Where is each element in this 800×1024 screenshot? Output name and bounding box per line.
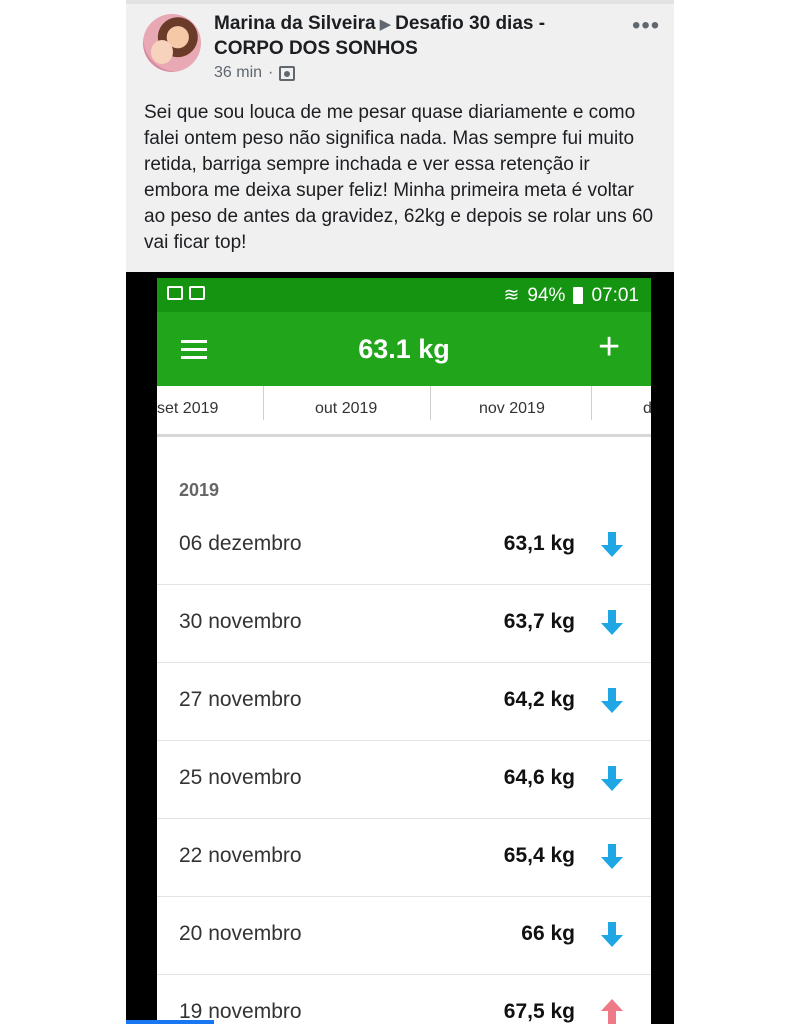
post-meta: 36 min · xyxy=(214,64,296,82)
clock: 07:01 xyxy=(591,284,639,306)
add-icon[interactable]: + xyxy=(598,326,620,369)
list-item[interactable]: 25 novembro 64,6 kg xyxy=(157,740,651,819)
group-privacy-icon xyxy=(279,65,296,81)
tab-nov-2019[interactable]: nov 2019 xyxy=(479,400,545,418)
entry-date: 22 novembro xyxy=(179,844,302,867)
list-item[interactable]: 30 novembro 63,7 kg xyxy=(157,584,651,663)
entry-date: 27 novembro xyxy=(179,688,302,711)
entry-date: 25 novembro xyxy=(179,766,302,789)
arrow-down-icon xyxy=(601,922,623,947)
list-item[interactable]: 20 novembro 66 kg xyxy=(157,896,651,975)
list-item[interactable]: 06 dezembro 63,1 kg xyxy=(157,506,651,585)
entry-weight: 66 kg xyxy=(521,922,575,945)
more-options-button[interactable]: ••• xyxy=(632,12,660,40)
arrow-up-icon xyxy=(601,999,623,1024)
arrow-down-icon xyxy=(601,532,623,557)
meta-separator: · xyxy=(268,64,274,81)
avatar[interactable] xyxy=(143,14,201,72)
arrow-down-icon xyxy=(601,688,623,713)
entry-date: 30 novembro xyxy=(179,610,302,633)
list-item[interactable]: 22 novembro 65,4 kg xyxy=(157,818,651,897)
current-weight-title: 63.1 kg xyxy=(358,334,450,364)
list-item[interactable]: 19 novembro 67,5 kg xyxy=(157,974,651,1024)
entry-weight: 63,1 kg xyxy=(503,532,575,555)
list-item[interactable]: 27 novembro 64,2 kg xyxy=(157,662,651,741)
entry-weight: 63,7 kg xyxy=(503,610,575,633)
post-text: Sei que sou louca de me pesar quase diar… xyxy=(144,102,654,253)
battery-icon xyxy=(573,287,584,304)
battery-percent: 94% xyxy=(527,284,566,306)
app-bar: 63.1 kg + xyxy=(157,312,651,386)
entry-date: 06 dezembro xyxy=(179,532,302,555)
screenshot-notification-icon xyxy=(189,286,205,300)
screenshot-image[interactable]: ≋ 94% 07:01 63.1 kg + set 2019 out 2019 … xyxy=(126,272,674,1024)
entry-weight: 64,2 kg xyxy=(503,688,575,711)
entry-weight: 64,6 kg xyxy=(503,766,575,789)
author-name[interactable]: Marina da Silveira xyxy=(214,13,376,34)
facebook-post: Marina da Silveira ▶ Desafio 30 dias - COR… xyxy=(126,0,674,272)
wifi-icon: ≋ xyxy=(503,285,520,306)
year-header: 2019 xyxy=(179,480,220,500)
entry-date: 20 novembro xyxy=(179,922,302,945)
tab-dez-2019[interactable]: d xyxy=(643,400,651,418)
tab-out-2019[interactable]: out 2019 xyxy=(315,400,377,418)
arrow-down-icon xyxy=(601,610,623,635)
post-header: Marina da Silveira ▶ Desafio 30 dias - COR… xyxy=(214,12,614,61)
post-time[interactable]: 36 min xyxy=(214,64,262,82)
arrow-right-icon: ▶ xyxy=(379,16,392,33)
arrow-down-icon xyxy=(601,844,623,869)
tab-set-2019[interactable]: set 2019 xyxy=(157,400,218,418)
notification-icon xyxy=(167,286,183,300)
arrow-down-icon xyxy=(601,766,623,791)
status-bar: ≋ 94% 07:01 xyxy=(157,278,651,312)
entry-weight: 67,5 kg xyxy=(503,1000,575,1023)
entry-weight: 65,4 kg xyxy=(503,844,575,867)
divider xyxy=(126,0,674,4)
app-screen: ≋ 94% 07:01 63.1 kg + set 2019 out 2019 … xyxy=(157,278,651,1024)
month-tabs: set 2019 out 2019 nov 2019 d xyxy=(157,386,651,437)
divider xyxy=(126,1020,214,1024)
